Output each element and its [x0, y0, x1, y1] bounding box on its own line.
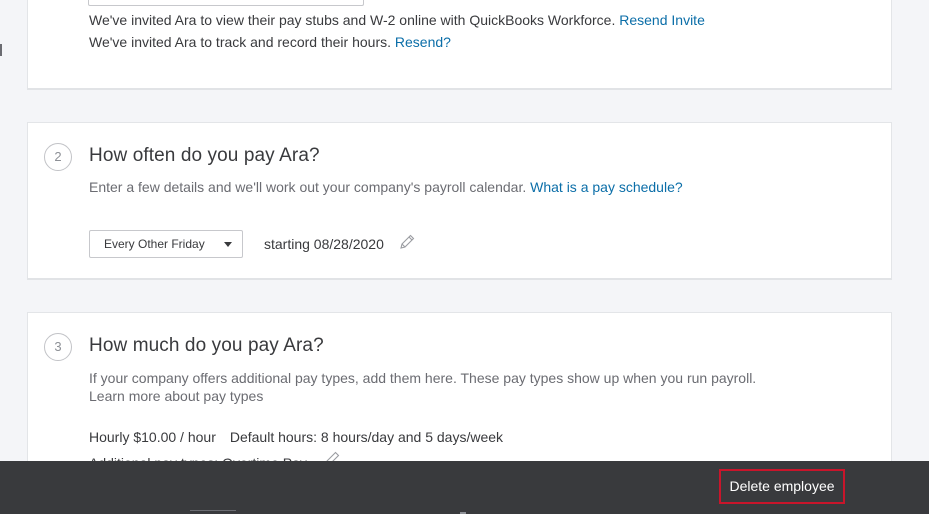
step-number-2: 2 — [44, 143, 72, 171]
invite-card: We've invited Ara to view their pay stub… — [27, 0, 892, 90]
resend-invite-link[interactable]: Resend Invite — [619, 12, 705, 28]
chevron-down-icon — [224, 242, 232, 247]
pay-amount-heading: How much do you pay Ara? — [89, 335, 324, 356]
step-number-3: 3 — [44, 333, 72, 361]
pay-schedule-heading: How often do you pay Ara? — [89, 145, 320, 166]
pay-schedule-select[interactable]: Every Other Friday — [89, 230, 243, 258]
resend-hours-link[interactable]: Resend? — [395, 34, 451, 50]
pay-schedule-help-link[interactable]: What is a pay schedule? — [530, 179, 683, 195]
additional-pay-types-line: Additional pay types: Overtime Pay — [89, 454, 307, 461]
pay-rate-line: Hourly $10.00 / hour Default hours: 8 hou… — [89, 429, 503, 445]
hourly-rate: Hourly $10.00 / hour — [89, 429, 216, 445]
workforce-invite-line: We've invited Ara to view their pay stub… — [89, 11, 705, 29]
pay-schedule-description: Enter a few details and we'll work out y… — [89, 178, 683, 197]
pay-schedule-start-date: starting 08/28/2020 — [264, 236, 384, 252]
pay-schedule-subtext: Enter a few details and we'll work out y… — [89, 179, 527, 195]
footer-action-bar: Delete employee — [0, 461, 929, 514]
hours-invite-line: We've invited Ara to track and record th… — [89, 33, 451, 51]
pay-amount-description: If your company offers additional pay ty… — [89, 370, 757, 386]
left-edge-marker — [0, 44, 2, 56]
pay-amount-card: 3 How much do you pay Ara? If your compa… — [27, 312, 892, 472]
workforce-invite-text: We've invited Ara to view their pay stub… — [89, 12, 616, 28]
footer-divider — [190, 510, 236, 511]
email-field-edge[interactable] — [88, 0, 364, 6]
delete-employee-button[interactable]: Delete employee — [719, 469, 845, 504]
hours-invite-text: We've invited Ara to track and record th… — [89, 34, 392, 50]
pay-types-help-link[interactable]: Learn more about pay types — [89, 387, 263, 406]
pay-schedule-selected-value: Every Other Friday — [104, 237, 205, 251]
employee-details-page: We've invited Ara to view their pay stub… — [0, 0, 929, 514]
default-hours: Default hours: 8 hours/day and 5 days/we… — [229, 429, 504, 445]
pencil-edit-icon[interactable] — [398, 233, 416, 251]
pay-schedule-card: 2 How often do you pay Ara? Enter a few … — [27, 122, 892, 280]
